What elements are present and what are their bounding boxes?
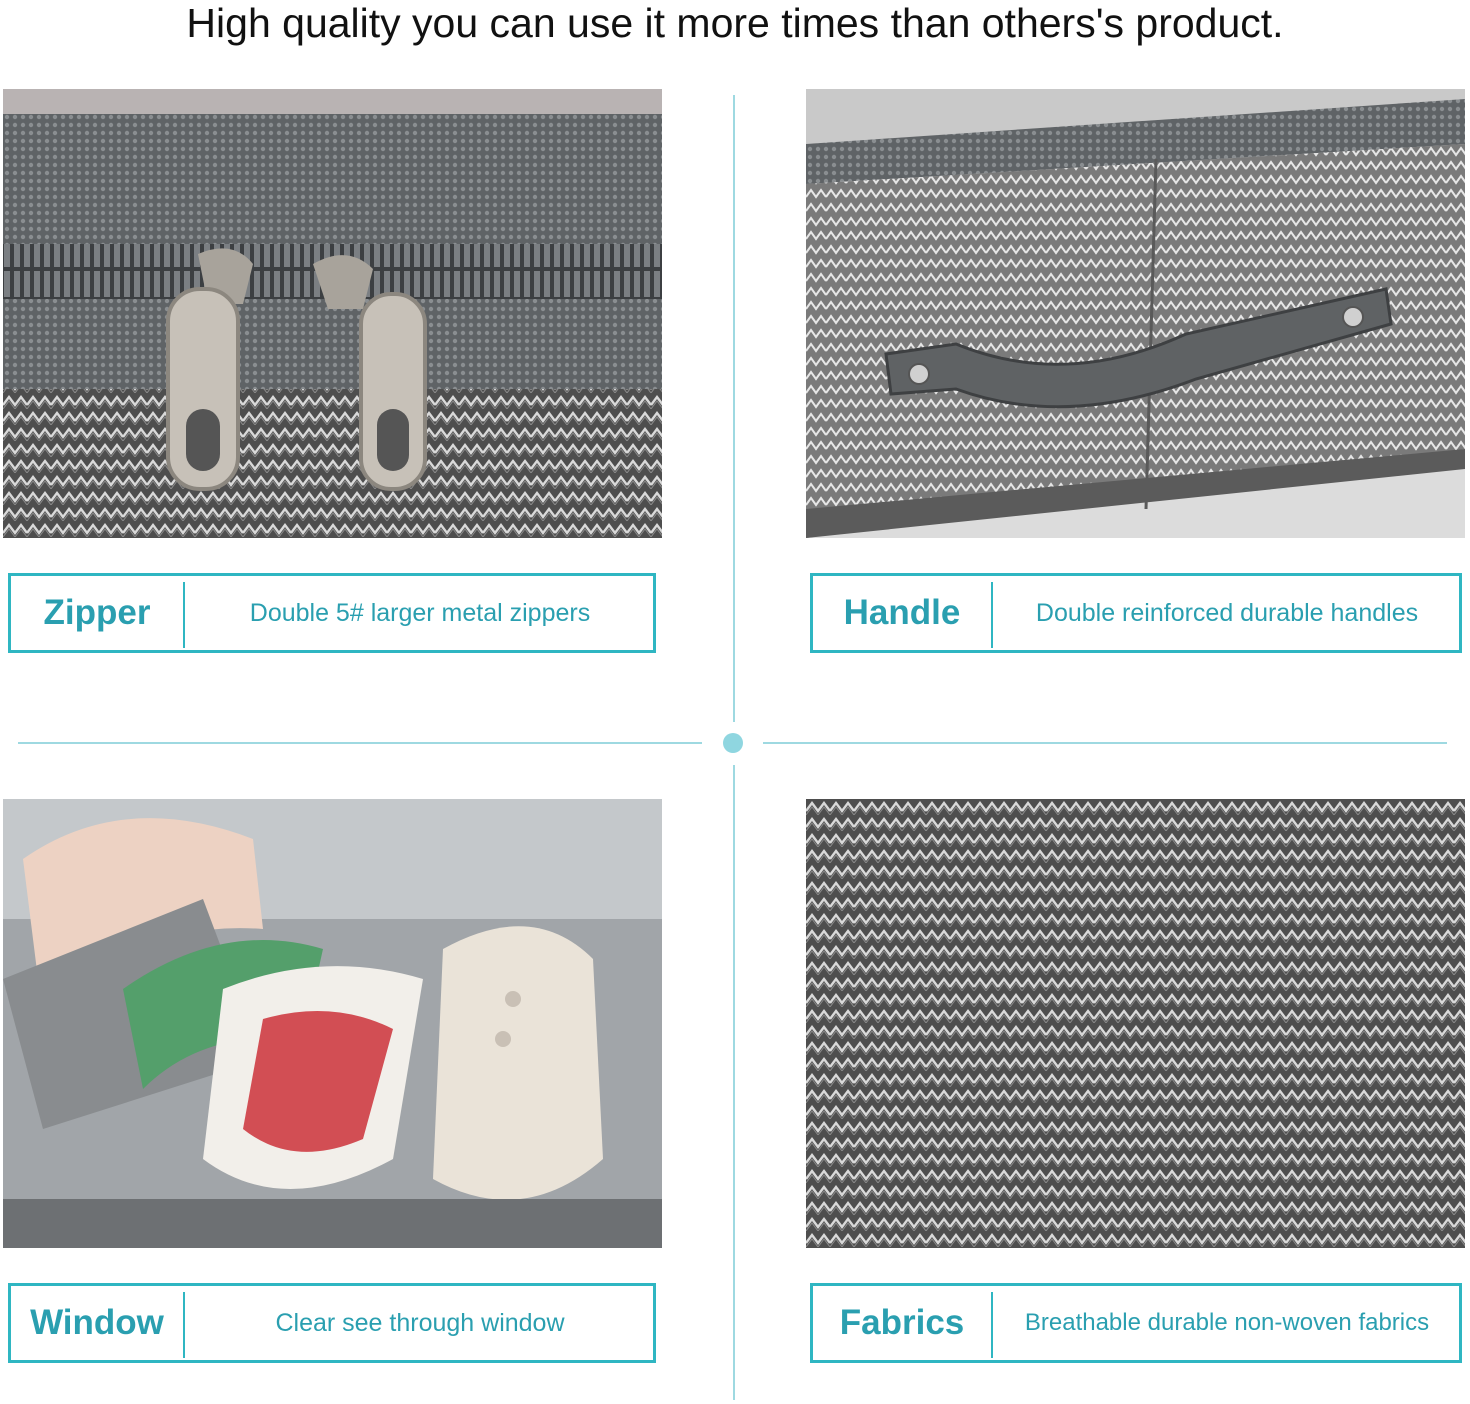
- feature-title: Handle: [843, 593, 961, 632]
- center-dot: [723, 733, 743, 753]
- horizontal-divider-left: [18, 742, 702, 744]
- feature-description: Clear see through window: [275, 1308, 565, 1337]
- feature-label-handle: Handle Double reinforced durable handles: [810, 573, 1462, 653]
- divider: [183, 582, 185, 648]
- handle-closeup-photo: [806, 89, 1465, 538]
- feature-label-zipper: Zipper Double 5# larger metal zippers: [8, 573, 656, 653]
- headline: High quality you can use it more times t…: [186, 0, 1284, 46]
- feature-description: Double reinforced durable handles: [1035, 598, 1419, 627]
- horizontal-divider-right: [763, 742, 1447, 744]
- divider: [183, 1292, 185, 1358]
- divider: [991, 582, 993, 648]
- feature-description: Breathable durable non-woven fabrics: [1024, 1309, 1430, 1336]
- divider: [991, 1292, 993, 1358]
- feature-label-window: Window Clear see through window: [8, 1283, 656, 1363]
- zipper-closeup-photo: [3, 89, 662, 538]
- feature-title: Zipper: [43, 593, 151, 632]
- clear-window-shoes-photo: [3, 799, 662, 1248]
- vertical-divider-top: [733, 95, 735, 722]
- feature-label-fabrics: Fabrics Breathable durable non-woven fab…: [810, 1283, 1462, 1363]
- herringbone-fabric-photo: [806, 799, 1465, 1248]
- feature-title: Window: [30, 1303, 164, 1342]
- feature-title: Fabrics: [839, 1303, 965, 1342]
- feature-description: Double 5# larger metal zippers: [249, 598, 591, 627]
- vertical-divider-bottom: [733, 765, 735, 1400]
